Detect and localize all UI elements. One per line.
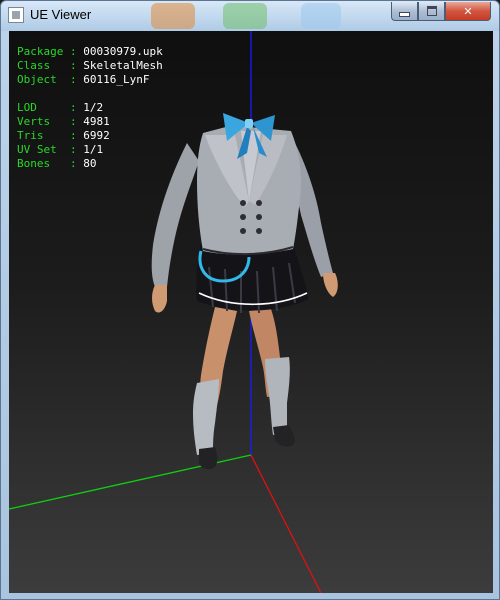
left-hand	[152, 285, 167, 313]
info-row-object: Object : 60116_LynF	[17, 73, 163, 87]
right-shoe	[273, 425, 295, 447]
info-separator: :	[50, 115, 84, 128]
jacket-button	[240, 228, 246, 234]
character-model	[151, 113, 338, 470]
title-bar[interactable]: UE Viewer ✕	[1, 1, 499, 31]
info-label: Package	[17, 45, 64, 58]
close-button[interactable]: ✕	[445, 2, 491, 21]
taskbar-reflection-green	[223, 3, 267, 29]
info-row-verts: Verts : 4981	[17, 115, 163, 129]
info-label: Tris	[17, 129, 44, 142]
info-separator: :	[50, 59, 84, 72]
info-separator: :	[56, 143, 84, 156]
info-label: Object	[17, 73, 57, 86]
taskbar-reflection-blue	[301, 3, 341, 29]
info-value: 1/2	[83, 101, 104, 114]
jacket-button	[256, 228, 262, 234]
info-value: 60116_LynF	[83, 73, 150, 86]
info-separator: :	[56, 73, 84, 86]
info-value: 00030979.upk	[83, 45, 163, 58]
jacket-button	[240, 214, 246, 220]
x-axis-line	[250, 454, 322, 593]
info-separator: :	[63, 45, 84, 58]
info-separator: :	[43, 129, 84, 142]
maximize-button[interactable]	[418, 2, 445, 21]
jacket-button	[256, 200, 262, 206]
window-title: UE Viewer	[30, 7, 92, 22]
info-row-uvset: UV Set : 1/1	[17, 143, 163, 157]
info-label: Class	[17, 59, 51, 72]
info-row-package: Package : 00030979.upk	[17, 45, 163, 59]
info-value: 4981	[83, 115, 110, 128]
info-value: 80	[83, 157, 97, 170]
info-value: 6992	[83, 129, 110, 142]
close-icon: ✕	[463, 4, 473, 18]
info-label: Verts	[17, 115, 51, 128]
maximize-icon	[426, 6, 437, 16]
info-row-bones: Bones : 80	[17, 157, 163, 171]
info-label: Bones	[17, 157, 51, 170]
app-window: UE Viewer ✕ Package: 00030979.upk Class…	[0, 0, 500, 600]
jacket-button	[240, 200, 246, 206]
left-sock	[193, 379, 219, 455]
info-label: LOD	[17, 101, 37, 114]
info-row-tris: Tris : 6992	[17, 129, 163, 143]
minimize-icon	[399, 12, 410, 17]
info-value: SkeletalMesh	[83, 59, 163, 72]
bow-knot	[245, 119, 253, 128]
mesh-info-panel: Package : 00030979.upk Class : SkeletalM…	[17, 45, 163, 171]
info-separator: :	[50, 157, 84, 170]
right-hand	[323, 273, 338, 297]
info-label: UV Set	[17, 143, 57, 156]
app-icon[interactable]	[8, 7, 24, 23]
3d-viewport[interactable]: Package : 00030979.upk Class : SkeletalM…	[9, 31, 493, 593]
info-value: 1/1	[83, 143, 104, 156]
info-row-lod: LOD : 1/2	[17, 101, 163, 115]
left-shoe	[199, 447, 218, 470]
jacket-button	[256, 214, 262, 220]
info-row-class: Class : SkeletalMesh	[17, 59, 163, 73]
info-separator: :	[36, 101, 84, 114]
taskbar-reflection-orange	[151, 3, 195, 29]
minimize-button[interactable]	[391, 2, 418, 21]
